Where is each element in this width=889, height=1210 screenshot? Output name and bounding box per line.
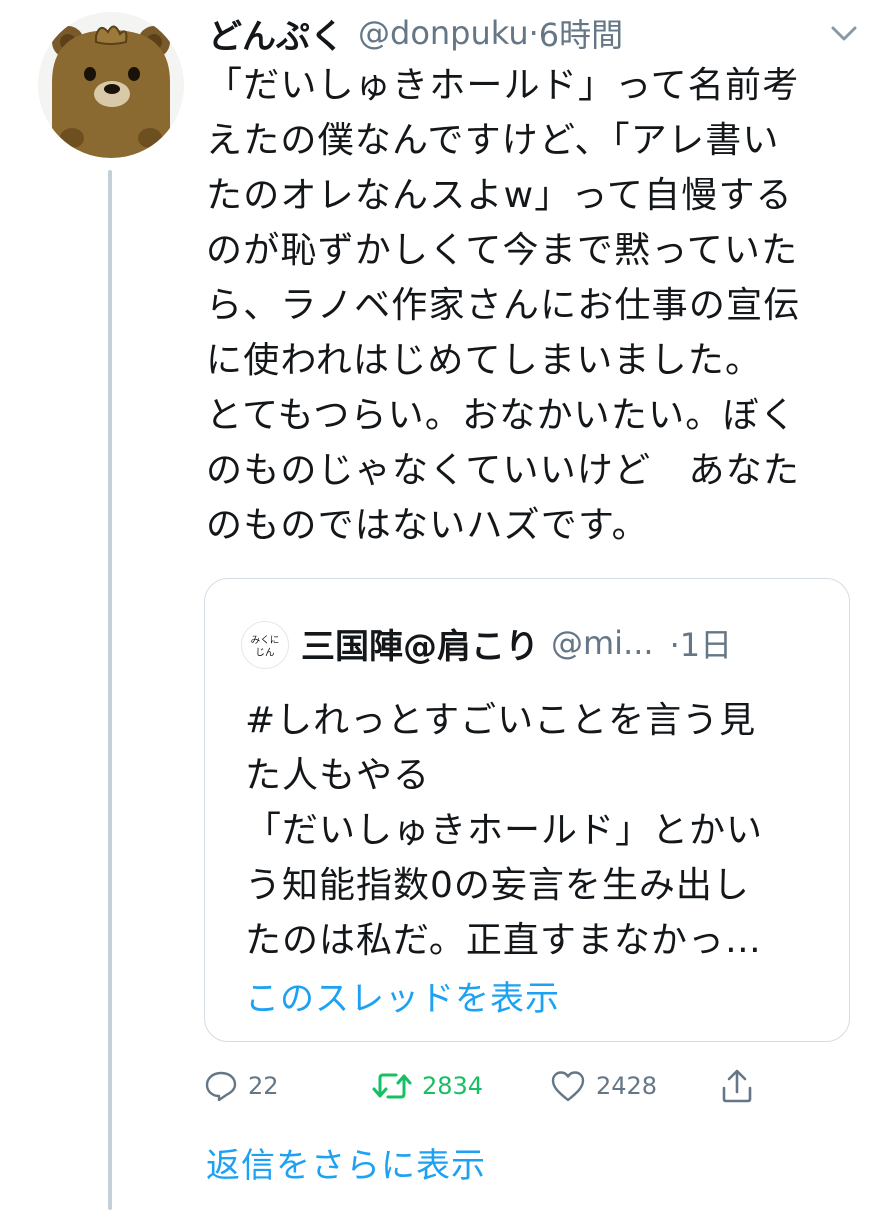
quoted-tweet-time: ·1日 xyxy=(669,626,733,664)
retweet-button[interactable]: 2834 xyxy=(372,1062,483,1110)
tweet-body: 「だいしゅきホールド」って名前考 えたの僕なんですけど、「アレ書い たのオレなん… xyxy=(206,65,801,546)
tweet-action-bar: 22 2834 2428 xyxy=(204,1062,764,1110)
bear-avatar-icon xyxy=(38,12,184,158)
quoted-author-avatar: みくに じん xyxy=(241,621,289,669)
quoted-author-display-name: 三国陣@肩こり xyxy=(301,626,539,667)
like-count: 2428 xyxy=(596,1072,658,1100)
retweet-count: 2834 xyxy=(422,1072,484,1100)
author-handle[interactable]: @donpuku xyxy=(358,14,529,52)
share-icon xyxy=(722,1069,752,1103)
quoted-tweet-card[interactable]: みくに じん 三国陣@肩こり @mi... ·1日 #しれっとすごいことを言う見… xyxy=(204,578,850,1042)
reply-button[interactable]: 22 xyxy=(204,1062,279,1110)
author-avatar[interactable] xyxy=(38,12,184,158)
quoted-tweet-body: #しれっとすごいことを言う見 た人もやる 「だいしゅきホールド」とかい う知能指… xyxy=(245,700,764,961)
quoted-tweet-header: 三国陣@肩こり @mi... ·1日 xyxy=(301,617,732,669)
tweet-separator: · xyxy=(528,14,539,52)
share-button[interactable] xyxy=(720,1062,754,1110)
heart-icon xyxy=(551,1071,585,1102)
svg-text:みくに: みくに xyxy=(251,635,280,646)
thread-connector-line xyxy=(108,170,112,1210)
text-avatar-icon: みくに じん xyxy=(251,635,280,659)
like-button[interactable]: 2428 xyxy=(550,1062,657,1110)
tweet-time[interactable]: 6時間 xyxy=(539,10,623,56)
svg-text:じん: じん xyxy=(255,648,275,659)
quoted-author-handle: @mi... xyxy=(551,624,654,662)
show-thread-link[interactable]: このスレッドを表示 xyxy=(245,971,560,1020)
retweet-icon xyxy=(372,1073,412,1099)
reply-count: 22 xyxy=(248,1072,279,1100)
reply-icon xyxy=(205,1071,237,1102)
author-display-name[interactable]: どんぷく xyxy=(208,9,344,58)
chevron-down-icon[interactable] xyxy=(829,24,859,44)
tweet-header: どんぷく @donpuku · 6時間 xyxy=(208,8,867,58)
show-more-replies-link[interactable]: 返信をさらに表示 xyxy=(206,1138,486,1187)
